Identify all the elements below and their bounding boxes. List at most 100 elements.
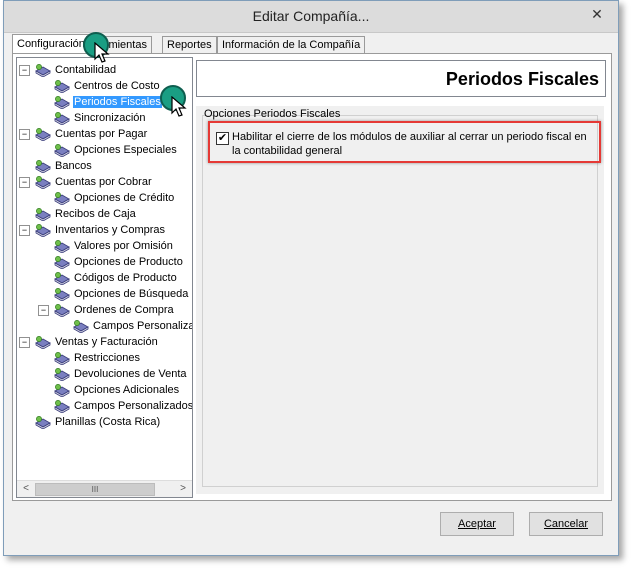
tree-item[interactable]: Recibos de Caja	[35, 206, 137, 222]
tree-item-label: Cuentas por Pagar	[55, 128, 148, 141]
tree-item[interactable]: Opciones Adicionales	[54, 382, 180, 398]
tree-item-label: Opciones Adicionales	[74, 384, 180, 397]
book-icon	[54, 256, 70, 270]
book-icon	[54, 400, 70, 414]
book-icon	[54, 112, 70, 126]
tree-item[interactable]: Planillas (Costa Rica)	[35, 414, 161, 430]
scroll-thumb[interactable]: III	[35, 483, 155, 496]
tree-item-label: Sincronización	[74, 112, 146, 125]
tree-item-label: Recibos de Caja	[55, 208, 136, 221]
window-title: Editar Compañía...	[252, 8, 370, 24]
tree-item[interactable]: − Cuentas por Pagar	[19, 126, 148, 142]
book-icon	[54, 144, 70, 158]
tree-item-label: Campos Personaliza	[93, 320, 193, 333]
settings-tree[interactable]: − Contabilidad Centros de Costo Periodos Fi…	[16, 57, 193, 498]
tree-item-label: Inventarios y Compras	[55, 224, 166, 237]
book-icon	[54, 368, 70, 382]
tree-item[interactable]: Opciones de Producto	[54, 254, 184, 270]
tree-item-label: Cuentas por Cobrar	[55, 176, 152, 189]
tree-item-label: Campos Personalizados	[74, 400, 193, 413]
book-icon	[35, 208, 51, 222]
book-icon	[35, 336, 51, 350]
accept-button[interactable]: Aceptar	[440, 512, 514, 536]
book-icon	[54, 192, 70, 206]
book-icon	[35, 416, 51, 430]
edit-company-dialog: Editar Compañía... ✕ Configuración rrami…	[3, 0, 619, 556]
tab-configuracion[interactable]: Configuración	[12, 34, 90, 54]
cancel-button-label: Cancelar	[543, 518, 589, 530]
tab-informacion-compania[interactable]: Información de la Compañía	[217, 36, 366, 53]
close-aux-modules-checkbox[interactable]: ✔	[216, 132, 229, 145]
tree-item[interactable]: Restricciones	[54, 350, 141, 366]
panel-title: Periodos Fiscales	[445, 69, 599, 89]
book-icon	[35, 160, 51, 174]
tree-item[interactable]: − Cuentas por Cobrar	[19, 174, 153, 190]
book-icon	[35, 224, 51, 238]
tree-item-label: Contabilidad	[55, 64, 117, 77]
accept-button-label: Aceptar	[458, 518, 496, 530]
tree-item[interactable]: Periodos Fiscales	[54, 94, 162, 110]
book-icon	[35, 128, 51, 142]
mouse-pointer-icon	[94, 42, 110, 63]
collapse-icon[interactable]: −	[19, 337, 30, 348]
close-icon[interactable]: ✕	[582, 5, 612, 24]
options-group-box	[202, 115, 598, 487]
tree-item[interactable]: Devoluciones de Venta	[54, 366, 188, 382]
tree-item-label: Restricciones	[74, 352, 141, 365]
book-icon	[54, 384, 70, 398]
tree-item-label: Centros de Costo	[74, 80, 160, 93]
book-icon	[54, 80, 70, 94]
tree-item[interactable]: Sincronización	[54, 110, 147, 126]
book-icon	[54, 240, 70, 254]
book-icon	[54, 272, 70, 286]
book-icon	[35, 176, 51, 190]
options-panel: Opciones Periodos Fiscales ✔ Habilitar e…	[196, 106, 604, 494]
book-icon	[54, 352, 70, 366]
group-label: Opciones Periodos Fiscales	[204, 108, 341, 120]
panel-header: Periodos Fiscales	[196, 60, 606, 97]
tree-item-label: Opciones Especiales	[74, 144, 177, 157]
tree-item[interactable]: − Inventarios y Compras	[19, 222, 166, 238]
tree-item-label: Planillas (Costa Rica)	[55, 416, 161, 429]
tree-item-label: Bancos	[55, 160, 92, 173]
tree-item[interactable]: Bancos	[35, 158, 93, 174]
tree-item[interactable]: Campos Personaliza	[73, 318, 193, 334]
tree-item[interactable]: Opciones de Búsqueda	[54, 286, 189, 302]
tab-reportes[interactable]: Reportes	[162, 36, 217, 53]
tree-item[interactable]: Opciones Especiales	[54, 142, 178, 158]
tree-item[interactable]: Centros de Costo	[54, 78, 161, 94]
collapse-icon[interactable]: −	[19, 65, 30, 76]
book-icon	[54, 304, 70, 318]
book-icon	[35, 64, 51, 78]
tree-item-label: Opciones de Búsqueda	[74, 288, 189, 301]
collapse-icon[interactable]: −	[19, 129, 30, 140]
tree-item-label: Periodos Fiscales	[73, 96, 162, 109]
tab-content: − Contabilidad Centros de Costo Periodos Fi…	[12, 53, 612, 501]
tree-item[interactable]: Opciones de Crédito	[54, 190, 175, 206]
close-aux-modules-label[interactable]: Habilitar el cierre de los módulos de au…	[232, 130, 588, 158]
tree-item-label: Opciones de Producto	[74, 256, 183, 269]
tree-item[interactable]: − Ventas y Facturación	[19, 334, 159, 350]
collapse-icon[interactable]: −	[19, 177, 30, 188]
tree-item-label: Ventas y Facturación	[55, 336, 158, 349]
scroll-left-icon[interactable]: <	[18, 481, 34, 497]
mouse-pointer-icon	[171, 96, 187, 117]
tree-item[interactable]: − Contabilidad	[19, 62, 117, 78]
tree-item-label: Valores por Omisión	[74, 240, 173, 253]
collapse-icon[interactable]: −	[38, 305, 49, 316]
tree-item-label: Ordenes de Compra	[74, 304, 174, 317]
tree-item-label: Devoluciones de Venta	[74, 368, 187, 381]
tree-item-label: Opciones de Crédito	[74, 192, 175, 205]
collapse-icon[interactable]: −	[19, 225, 30, 236]
tree-item[interactable]: Códigos de Producto	[54, 270, 178, 286]
tree-item[interactable]: Valores por Omisión	[54, 238, 174, 254]
book-icon	[73, 320, 89, 334]
title-bar: Editar Compañía... ✕	[4, 1, 618, 33]
tree-item[interactable]: − Ordenes de Compra	[38, 302, 175, 318]
tree-item[interactable]: Campos Personalizados	[54, 398, 193, 414]
cancel-button[interactable]: Cancelar	[529, 512, 603, 536]
tree-item-label: Códigos de Producto	[74, 272, 177, 285]
scroll-right-icon[interactable]: >	[175, 481, 191, 497]
tree-horizontal-scrollbar[interactable]: < III >	[17, 480, 192, 497]
book-icon	[54, 288, 70, 302]
